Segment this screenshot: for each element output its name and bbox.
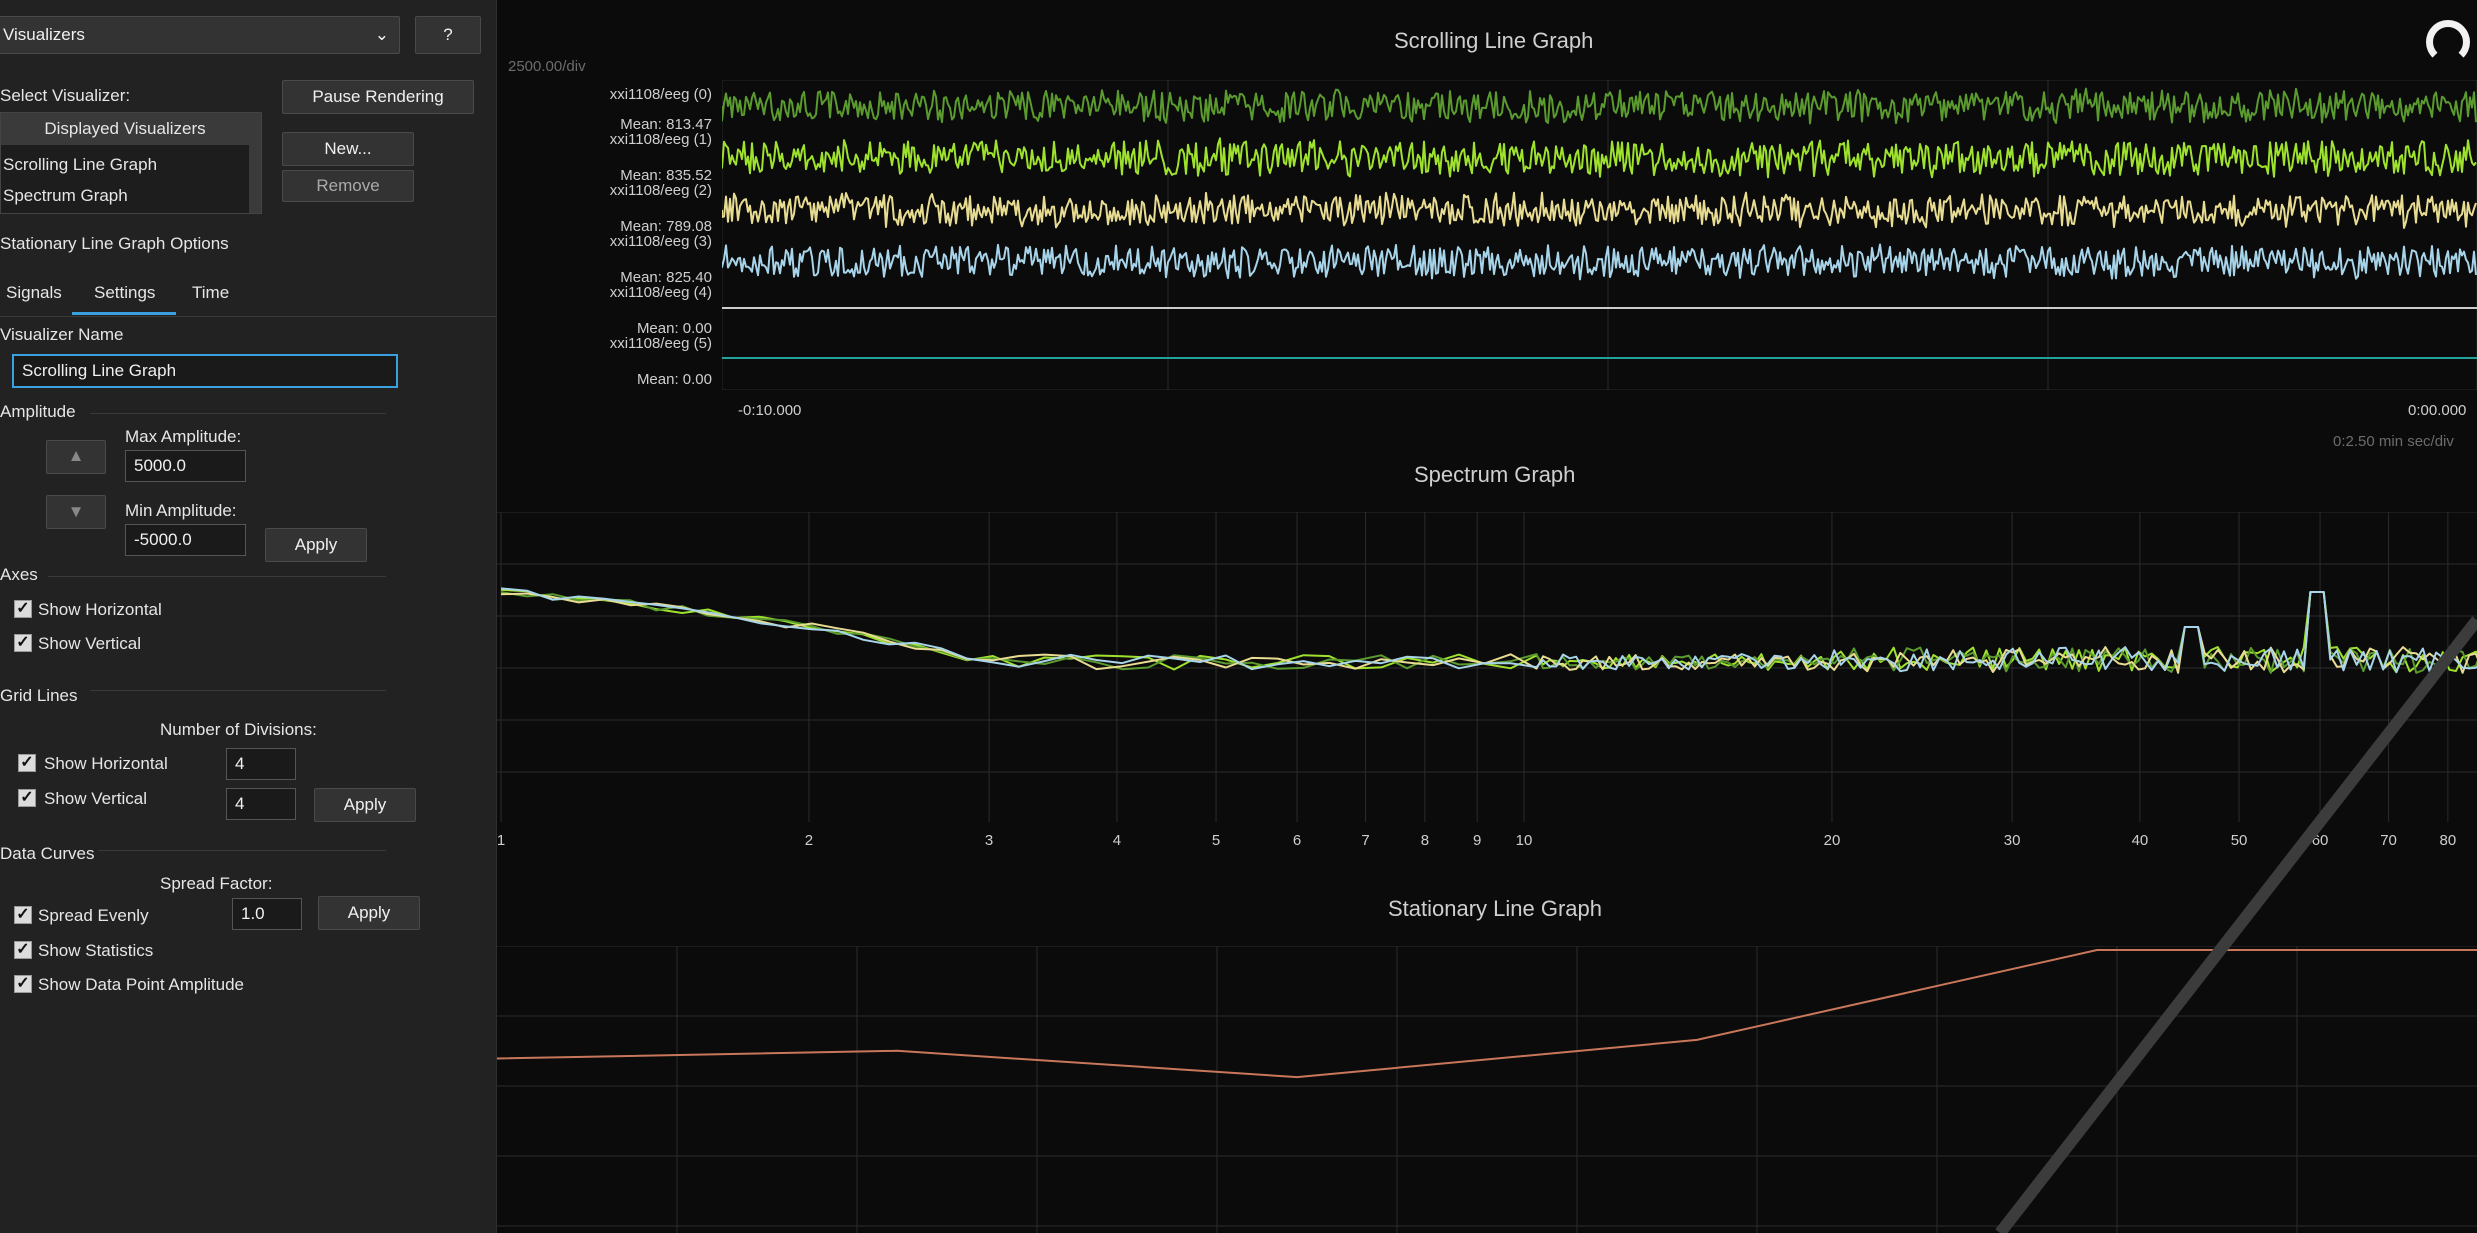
show-amplitude-label: Show Data Point Amplitude (38, 975, 245, 994)
grid-divider (90, 690, 386, 691)
scrolling-graph-title: Scrolling Line Graph (1394, 28, 1594, 53)
triangle-down-icon: ▼ (67, 502, 85, 521)
spectrum-graph-title: Spectrum Graph (1414, 462, 1576, 487)
amplitude-down-button[interactable]: ▼ (46, 495, 106, 529)
frequency-tick: 10 (1515, 832, 1533, 849)
spread-factor-label: Spread Factor: (160, 874, 273, 893)
visualizer-name-label: Visualizer Name (0, 325, 124, 344)
apply-spread-button[interactable]: Apply (318, 896, 420, 930)
select-visualizer-label: Select Visualizer: (0, 86, 131, 105)
show-amplitude-checkbox[interactable]: ✓ (14, 975, 32, 993)
show-horizontal-grid-label: Show Horizontal (44, 754, 168, 773)
show-vertical-grid-checkbox[interactable]: ✓ (18, 789, 36, 807)
max-amplitude-input[interactable] (125, 450, 246, 482)
apply-amplitude-button[interactable]: Apply (265, 528, 367, 562)
frequency-tick: 1 (496, 832, 506, 849)
frequency-tick: 8 (1420, 832, 1430, 849)
grid-lines-label: Grid Lines (0, 686, 78, 705)
spread-evenly-checkbox[interactable]: ✓ (14, 906, 32, 924)
help-button[interactable]: ? (415, 16, 481, 54)
frequency-tick: 7 (1361, 832, 1370, 849)
horizontal-divisions-input[interactable] (226, 748, 296, 780)
data-curves-label: Data Curves (0, 844, 95, 863)
show-statistics-checkbox[interactable]: ✓ (14, 941, 32, 959)
tab-settings[interactable]: Settings (94, 283, 155, 303)
show-vertical-axis-label: Show Vertical (38, 634, 141, 653)
divisions-label: Number of Divisions: (160, 720, 317, 739)
refresh-icon[interactable] (2426, 20, 2470, 64)
active-tab-indicator (72, 312, 176, 315)
min-amplitude-label: Min Amplitude: (125, 501, 237, 520)
show-statistics-label: Show Statistics (38, 941, 154, 960)
pause-rendering-button[interactable]: Pause Rendering (282, 80, 474, 114)
visualizer-list[interactable]: Displayed Visualizers Scrolling Line Gra… (0, 112, 262, 214)
min-amplitude-input[interactable] (125, 524, 246, 556)
axes-label: Axes (0, 565, 38, 584)
channel-name: xxi1108/eeg (5) (609, 335, 712, 352)
tab-time[interactable]: Time (192, 283, 229, 303)
frequency-tick: 4 (1112, 832, 1122, 849)
channel-name: xxi1108/eeg (0) (609, 86, 712, 103)
vertical-divisions-input[interactable] (226, 788, 296, 820)
curves-divider (98, 850, 386, 851)
channel-name: xxi1108/eeg (1) (609, 131, 712, 148)
tab-signals[interactable]: Signals (6, 283, 62, 303)
amplitude-divider (90, 413, 386, 414)
time-scale-label: 0:2.50 min sec/div (2333, 433, 2454, 450)
remove-button[interactable]: Remove (282, 170, 414, 202)
time-end-label: 0:00.000 (2408, 402, 2467, 419)
frequency-tick: 5 (1211, 832, 1221, 849)
frequency-tick: 9 (1473, 832, 1482, 849)
max-amplitude-label: Max Amplitude: (125, 427, 242, 446)
time-start-label: -0:10.000 (738, 402, 802, 419)
show-horizontal-grid-checkbox[interactable]: ✓ (18, 754, 36, 772)
amplitude-up-button[interactable]: ▲ (46, 440, 106, 474)
show-vertical-axis-checkbox[interactable]: ✓ (14, 634, 32, 652)
visualizer-name-input[interactable] (12, 354, 398, 388)
channel-name: xxi1108/eeg (2) (609, 182, 712, 199)
channel-name: xxi1108/eeg (3) (609, 233, 712, 250)
list-scrollbar[interactable] (249, 113, 261, 213)
visualizer-dropdown[interactable]: Visualizers ⌄ (0, 16, 400, 54)
list-header: Displayed Visualizers (1, 113, 249, 145)
frequency-tick: 20 (1823, 832, 1841, 849)
scale-label: 2500.00/div (508, 58, 586, 75)
chevron-down-icon: ⌄ (374, 25, 389, 44)
frequency-tick: 6 (1292, 832, 1302, 849)
options-title: Stationary Line Graph Options (0, 234, 229, 253)
diagonal-overlay-line (1995, 616, 2477, 1233)
dropdown-value: Visualizers (3, 25, 85, 44)
axes-divider (48, 576, 386, 577)
new-button[interactable]: New... (282, 132, 414, 166)
show-horizontal-axis-checkbox[interactable]: ✓ (14, 600, 32, 618)
stationary-graph-title: Stationary Line Graph (1388, 896, 1603, 921)
channel-mean: Mean: 0.00 (636, 371, 712, 388)
options-panel: Visualizers ⌄ ? Select Visualizer: Pause… (0, 0, 497, 1233)
apply-grid-button[interactable]: Apply (314, 788, 416, 822)
tab-divider (0, 316, 496, 317)
list-item[interactable]: Scrolling Line Graph (3, 155, 157, 175)
triangle-up-icon: ▲ (67, 446, 85, 465)
frequency-tick: 3 (984, 832, 994, 849)
show-horizontal-axis-label: Show Horizontal (38, 600, 162, 619)
scrolling-frame (722, 80, 2477, 390)
frequency-tick: 2 (804, 832, 814, 849)
scrolling-line-graph[interactable] (722, 80, 2477, 390)
amplitude-label: Amplitude (0, 402, 76, 421)
spread-factor-input[interactable] (232, 898, 302, 930)
list-item[interactable]: Spectrum Graph (3, 186, 128, 206)
show-vertical-grid-label: Show Vertical (44, 789, 147, 808)
spread-evenly-label: Spread Evenly (38, 906, 149, 925)
channel-name: xxi1108/eeg (4) (609, 284, 712, 301)
